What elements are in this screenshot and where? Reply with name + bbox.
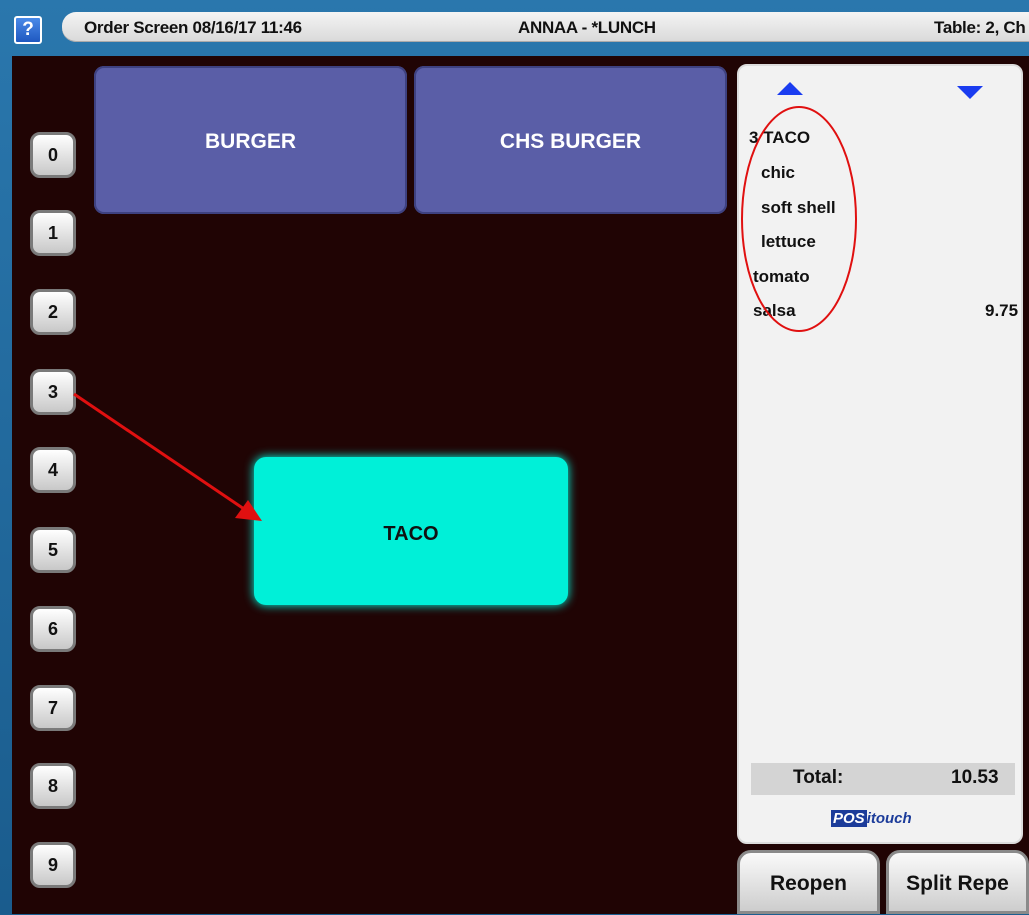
total-value: 10.53 bbox=[951, 767, 999, 788]
total-bar: Total: 10.53 bbox=[751, 763, 1015, 795]
order-list-panel[interactable]: 3 TACO chic soft shell lettuce tomato sa… bbox=[737, 64, 1023, 844]
annotation-ellipse bbox=[741, 106, 857, 332]
order-line-price: 9.75 bbox=[985, 301, 1019, 320]
app-window: ? Order Screen 08/16/17 11:46 ANNAA - *L… bbox=[0, 0, 1029, 914]
scroll-down-icon[interactable] bbox=[957, 86, 983, 99]
positouch-logo: POS itouch bbox=[831, 810, 912, 827]
reopen-button[interactable]: Reopen bbox=[737, 850, 880, 914]
split-repeat-button[interactable]: Split Repe bbox=[886, 850, 1029, 914]
scroll-up-icon[interactable] bbox=[777, 82, 803, 95]
total-label: Total: bbox=[793, 767, 844, 788]
